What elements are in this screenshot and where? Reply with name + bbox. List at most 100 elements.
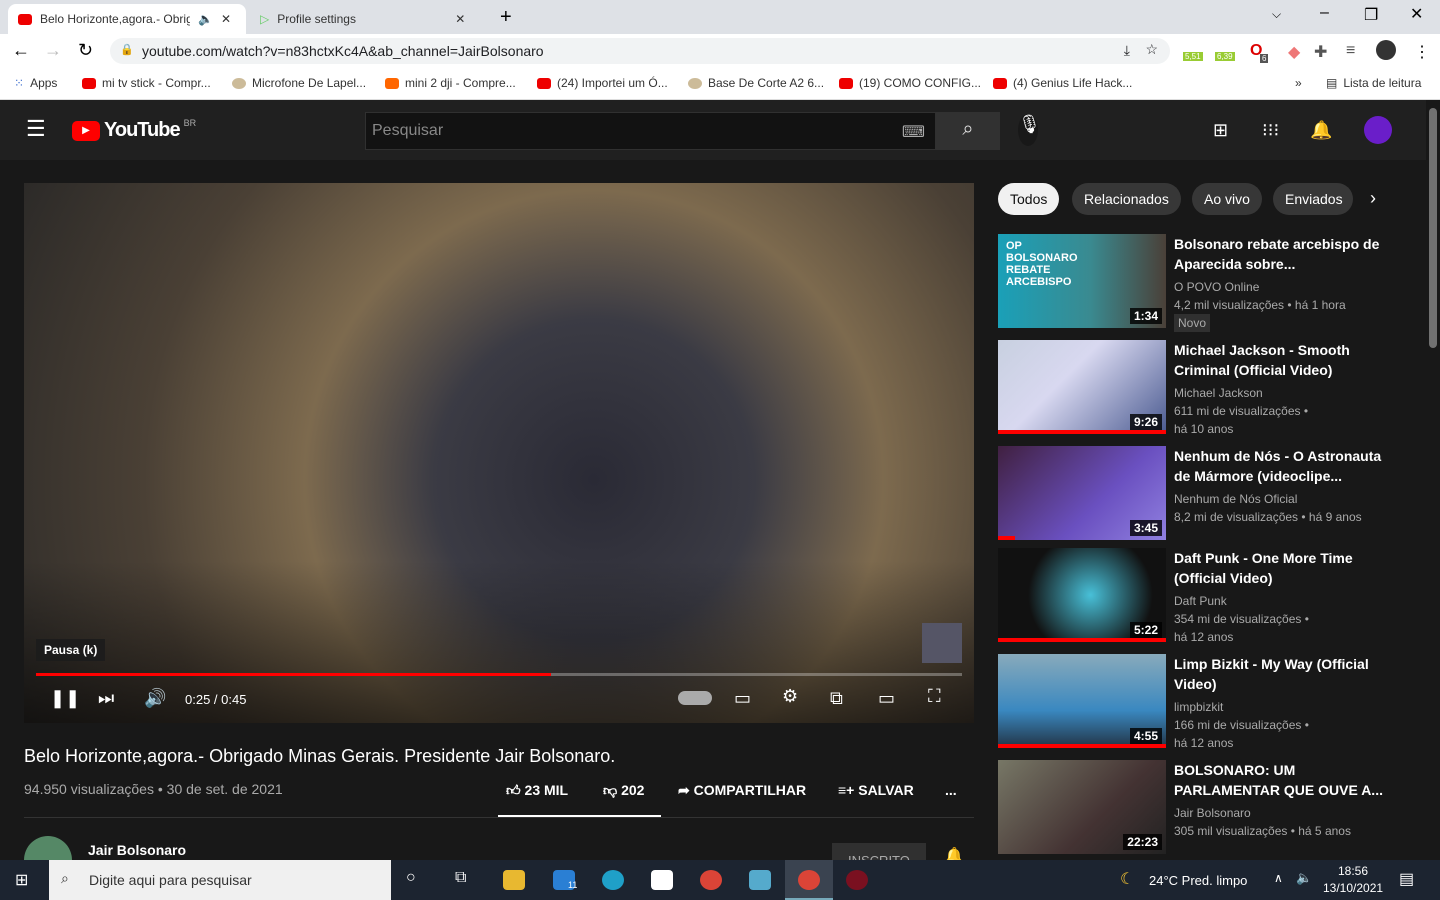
search-button[interactable]: ⌕: [936, 112, 1000, 150]
video-thumbnail[interactable]: 9:26: [998, 340, 1166, 434]
restore-button[interactable]: ❐: [1364, 5, 1378, 25]
windows-start-icon[interactable]: ⊞: [15, 870, 28, 890]
file-explorer-icon[interactable]: [503, 870, 525, 890]
reload-button[interactable]: ↻: [78, 40, 93, 61]
chrome-active-app[interactable]: [785, 860, 833, 900]
bookmark-item[interactable]: mi tv stick - Compr...: [82, 76, 211, 90]
chip-ao-vivo[interactable]: Ao vivo: [1192, 183, 1262, 215]
recommended-video[interactable]: OP BOLSONARO REBATE ARCEBISPO 1:34 Bolso…: [998, 234, 1418, 332]
search-input[interactable]: Pesquisar ⌨: [365, 112, 936, 150]
like-button[interactable]: 👍︎ 23 MIL: [506, 782, 568, 799]
bookmark-apps[interactable]: ⁙ Apps: [14, 76, 57, 90]
bookmark-item[interactable]: Microfone De Lapel...: [232, 76, 366, 90]
video-title[interactable]: Limp Bizkit - My Way (Official Video): [1174, 654, 1389, 694]
address-bar[interactable]: 🔒 youtube.com/watch?v=n83hctxKc4A&ab_cha…: [110, 38, 1170, 64]
volume-icon[interactable]: 🔈: [1296, 870, 1312, 886]
video-title[interactable]: Bolsonaro rebate arcebispo de Aparecida …: [1174, 234, 1389, 274]
bookmark-star-icon[interactable]: ☆: [1145, 41, 1158, 58]
clock-time[interactable]: 18:56: [1338, 864, 1368, 878]
video-title[interactable]: BOLSONARO: UM PARLAMENTAR QUE OUVE A...: [1174, 760, 1389, 800]
extension-badge[interactable]: 5,51: [1183, 52, 1203, 61]
forward-button[interactable]: →: [44, 40, 62, 61]
create-video-icon[interactable]: ⊞: [1213, 120, 1228, 141]
more-actions-button[interactable]: ...: [945, 782, 957, 798]
channel-watermark[interactable]: [922, 623, 962, 663]
page-scrollbar[interactable]: [1426, 100, 1440, 860]
install-icon[interactable]: ⤓: [1124, 42, 1130, 59]
media-control-icon[interactable]: ≡: [1346, 42, 1355, 60]
speaker-icon[interactable]: 🔈: [198, 12, 213, 26]
edge-icon[interactable]: [602, 870, 624, 890]
close-tab-icon[interactable]: ✕: [455, 12, 465, 26]
reading-list-button[interactable]: ▤ Lista de leitura: [1326, 76, 1421, 90]
extension-badge[interactable]: 6: [1260, 54, 1269, 63]
miniplayer-icon[interactable]: ⧉: [830, 688, 843, 709]
extension-badge[interactable]: 6,39: [1215, 52, 1235, 61]
store-icon[interactable]: [651, 870, 673, 890]
chrome-icon[interactable]: [700, 870, 722, 890]
extensions-puzzle-icon[interactable]: ✚: [1314, 42, 1327, 62]
bookmark-item[interactable]: Base De Corte A2 6...: [688, 76, 824, 90]
chip-todos[interactable]: Todos: [998, 183, 1060, 215]
cortana-icon[interactable]: ○: [406, 869, 416, 887]
video-title[interactable]: Michael Jackson - Smooth Criminal (Offic…: [1174, 340, 1389, 380]
recommended-video[interactable]: 9:26 Michael Jackson - Smooth Criminal (…: [998, 340, 1418, 436]
minimize-button[interactable]: –: [1320, 4, 1329, 22]
back-button[interactable]: ←: [12, 40, 30, 61]
channel-name[interactable]: Jair Bolsonaro: [88, 842, 186, 858]
notifications-icon[interactable]: ▤: [1399, 869, 1414, 889]
recommended-video[interactable]: 5:22 Daft Punk - One More Time (Official…: [998, 548, 1418, 644]
settings-gear-icon[interactable]: ⚙: [782, 686, 798, 707]
remote-desktop-icon[interactable]: [749, 870, 771, 890]
recommended-video[interactable]: 3:45 Nenhum de Nós - O Astronauta de Már…: [998, 446, 1418, 542]
video-thumbnail[interactable]: 4:55: [998, 654, 1166, 748]
video-title[interactable]: Nenhum de Nós - O Astronauta de Mármore …: [1174, 446, 1389, 486]
volume-icon[interactable]: 🔊: [144, 688, 166, 709]
keyboard-icon[interactable]: ⌨: [902, 122, 925, 142]
recommended-video[interactable]: 22:23 BOLSONARO: UM PARLAMENTAR QUE OUVE…: [998, 760, 1418, 856]
weather-text[interactable]: 24°C Pred. limpo: [1149, 873, 1247, 888]
theater-mode-icon[interactable]: ▭: [878, 688, 895, 709]
chip-enviados[interactable]: Enviados: [1273, 183, 1353, 215]
tab-search-icon[interactable]: ⌵: [1272, 7, 1281, 22]
video-thumbnail[interactable]: 5:22: [998, 548, 1166, 642]
share-button[interactable]: ➦ COMPARTILHAR: [678, 782, 806, 799]
taskbar-search-input[interactable]: ⌕ Digite aqui para pesquisar: [49, 860, 391, 900]
new-tab-button[interactable]: +: [500, 6, 512, 29]
menu-kebab-icon[interactable]: ⋮: [1414, 42, 1430, 62]
youtube-logo[interactable]: ▶ YouTube BR: [72, 118, 196, 142]
bookmark-item[interactable]: (19) COMO CONFIG...: [839, 76, 981, 90]
video-thumbnail[interactable]: 3:45: [998, 446, 1166, 540]
chip-relacionados[interactable]: Relacionados: [1072, 183, 1181, 215]
close-tab-icon[interactable]: ✕: [221, 12, 231, 26]
bookmark-item[interactable]: (4) Genius Life Hack...: [993, 76, 1132, 90]
video-title[interactable]: Daft Punk - One More Time (Official Vide…: [1174, 548, 1389, 588]
bookmarks-overflow-button[interactable]: »: [1295, 76, 1302, 90]
chevron-up-icon[interactable]: ∧: [1274, 871, 1283, 885]
tab-profile-settings[interactable]: ▷ Profile settings ✕: [250, 4, 486, 34]
progress-bar[interactable]: [36, 673, 962, 676]
account-avatar[interactable]: [1364, 116, 1392, 144]
tab-youtube[interactable]: Belo Horizonte,agora.- Obrig 🔈 ✕: [8, 4, 246, 34]
pause-icon[interactable]: ❚❚: [50, 688, 80, 709]
next-icon[interactable]: ⏭: [98, 688, 114, 709]
subtitles-icon[interactable]: ▭: [734, 688, 751, 709]
bookmark-item[interactable]: mini 2 dji - Compre...: [385, 76, 516, 90]
video-thumbnail[interactable]: OP BOLSONARO REBATE ARCEBISPO 1:34: [998, 234, 1166, 328]
metamask-icon[interactable]: ◆: [1288, 42, 1300, 62]
video-thumbnail[interactable]: 22:23: [998, 760, 1166, 854]
profile-avatar[interactable]: [1376, 40, 1396, 60]
microphone-icon[interactable]: 🎙: [1018, 114, 1041, 146]
hamburger-menu-icon[interactable]: ☰: [26, 116, 46, 142]
autoplay-toggle[interactable]: [678, 691, 712, 705]
clock-date[interactable]: 13/10/2021: [1323, 881, 1383, 895]
app-a-icon[interactable]: [846, 870, 868, 890]
video-player[interactable]: Pausa (k) ❚❚ ⏭ 🔊 0:25 / 0:45 ▭ ⚙ ⧉ ▭ ⛶: [24, 183, 974, 723]
apps-grid-icon[interactable]: ⁝⁝⁝: [1262, 120, 1279, 141]
recommended-video[interactable]: 4:55 Limp Bizkit - My Way (Official Vide…: [998, 654, 1418, 750]
chevron-right-icon[interactable]: ›: [1370, 188, 1376, 209]
notifications-bell-icon[interactable]: 🔔: [1310, 120, 1332, 141]
dislike-button[interactable]: 👎︎ 202: [603, 782, 644, 799]
fullscreen-icon[interactable]: ⛶: [928, 686, 941, 707]
close-window-button[interactable]: ✕: [1410, 4, 1423, 24]
